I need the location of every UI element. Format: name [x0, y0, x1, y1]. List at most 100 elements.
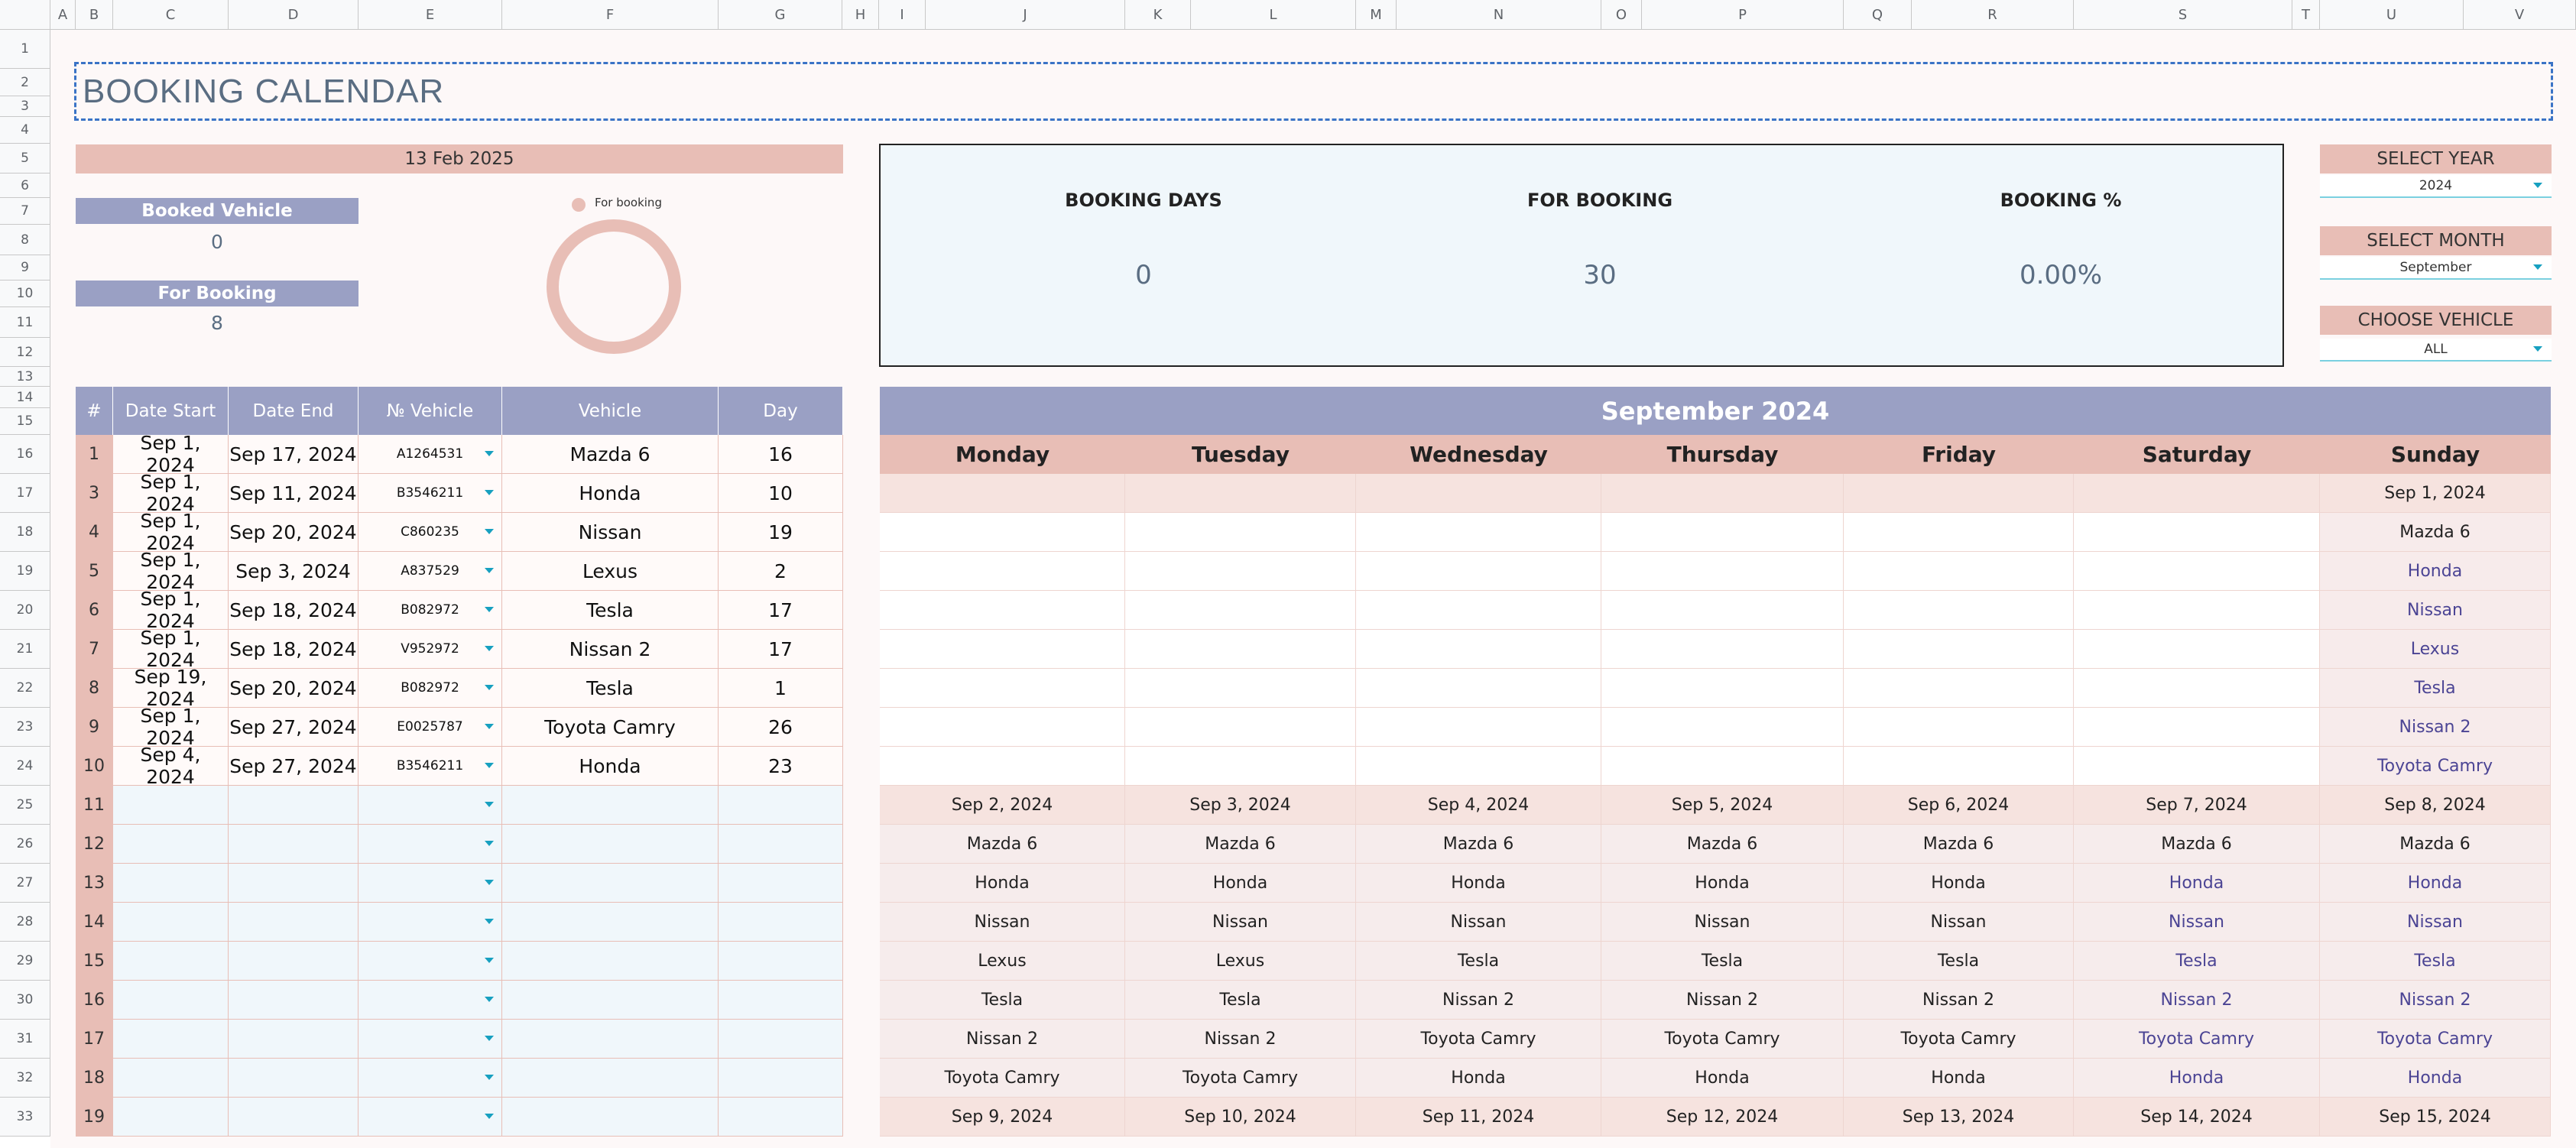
row-header[interactable]: 8 — [0, 225, 50, 255]
vehicle-id-dropdown[interactable]: B082972 — [358, 591, 502, 630]
row-header[interactable]: 25 — [0, 786, 50, 825]
row-header[interactable]: 30 — [0, 981, 50, 1020]
calendar-cell[interactable]: Nissan 2 — [2320, 981, 2551, 1020]
vehicle-cell[interactable]: Honda — [502, 474, 719, 513]
vehicle-cell[interactable] — [502, 864, 719, 903]
dropdown-arrow-icon[interactable] — [485, 997, 494, 1002]
days-cell[interactable]: 2 — [719, 552, 843, 591]
dropdown-arrow-icon[interactable] — [2533, 183, 2542, 188]
row-header[interactable]: 21 — [0, 630, 50, 669]
calendar-cell[interactable]: Sep 8, 2024 — [2320, 786, 2551, 825]
calendar-cell[interactable]: Tesla — [1356, 942, 1601, 981]
dropdown-arrow-icon[interactable] — [485, 529, 494, 534]
dropdown-arrow-icon[interactable] — [485, 490, 494, 495]
calendar-cell[interactable]: Nissan — [880, 903, 1125, 942]
row-header[interactable]: 27 — [0, 864, 50, 903]
title-cell[interactable]: BOOKING CALENDAR — [74, 62, 2553, 121]
date-start-cell[interactable]: Sep 4, 2024 — [113, 744, 229, 788]
vehicle-id-dropdown[interactable] — [358, 981, 502, 1020]
days-cell[interactable] — [719, 1059, 843, 1098]
row-header[interactable]: 12 — [0, 338, 50, 367]
calendar-cell[interactable] — [1844, 669, 2074, 708]
vehicle-id-dropdown[interactable]: A1264531 — [358, 435, 502, 474]
calendar-cell[interactable]: Tesla — [1125, 981, 1356, 1020]
calendar-cell[interactable] — [880, 669, 1125, 708]
row-header[interactable]: 32 — [0, 1059, 50, 1098]
row-header[interactable]: 26 — [0, 825, 50, 864]
date-start-cell[interactable] — [113, 786, 229, 825]
days-cell[interactable]: 26 — [719, 708, 843, 747]
calendar-cell[interactable]: Honda — [880, 864, 1125, 903]
row-header[interactable]: 19 — [0, 552, 50, 591]
dropdown-arrow-icon[interactable] — [2533, 264, 2542, 270]
vehicle-cell[interactable] — [502, 825, 719, 864]
vehicle-cell[interactable] — [502, 1098, 719, 1137]
calendar-cell[interactable]: Sep 11, 2024 — [1356, 1098, 1601, 1137]
days-cell[interactable]: 17 — [719, 591, 843, 630]
row-header[interactable]: 18 — [0, 513, 50, 552]
calendar-cell[interactable]: Tesla — [1601, 942, 1844, 981]
column-header[interactable]: L — [1191, 0, 1356, 30]
vehicle-cell[interactable]: Tesla — [502, 591, 719, 630]
vehicle-id-dropdown[interactable]: B3546211 — [358, 474, 502, 513]
days-cell[interactable] — [719, 786, 843, 825]
calendar-cell[interactable] — [1601, 474, 1844, 513]
column-header[interactable]: F — [502, 0, 719, 30]
calendar-cell[interactable] — [880, 513, 1125, 552]
date-start-cell[interactable] — [113, 942, 229, 981]
calendar-cell[interactable] — [880, 747, 1125, 786]
calendar-cell[interactable] — [1125, 669, 1356, 708]
calendar-cell[interactable]: Lexus — [880, 942, 1125, 981]
date-start-cell[interactable]: Sep 1, 2024 — [113, 705, 229, 749]
date-start-cell[interactable] — [113, 1098, 229, 1137]
days-cell[interactable] — [719, 942, 843, 981]
days-cell[interactable] — [719, 1098, 843, 1137]
calendar-cell[interactable]: Sep 1, 2024 — [2320, 474, 2551, 513]
calendar-cell[interactable]: Toyota Camry — [1844, 1020, 2074, 1059]
vehicle-id-dropdown[interactable] — [358, 864, 502, 903]
calendar-cell[interactable]: Mazda 6 — [1601, 825, 1844, 864]
date-start-cell[interactable] — [113, 981, 229, 1020]
date-end-cell[interactable]: Sep 17, 2024 — [229, 435, 358, 474]
calendar-cell[interactable] — [1125, 747, 1356, 786]
month-dropdown[interactable]: September — [2320, 257, 2552, 280]
vehicle-cell[interactable] — [502, 1059, 719, 1098]
row-header[interactable]: 31 — [0, 1020, 50, 1059]
vehicle-cell[interactable]: Tesla — [502, 669, 719, 708]
column-header[interactable]: Q — [1844, 0, 1912, 30]
date-end-cell[interactable] — [229, 942, 358, 981]
calendar-cell[interactable]: Honda — [2074, 864, 2320, 903]
vehicle-cell[interactable] — [502, 786, 719, 825]
column-header[interactable]: P — [1642, 0, 1844, 30]
column-header[interactable]: U — [2320, 0, 2464, 30]
vehicle-cell[interactable] — [502, 942, 719, 981]
dropdown-arrow-icon[interactable] — [485, 919, 494, 924]
calendar-cell[interactable]: Sep 10, 2024 — [1125, 1098, 1356, 1137]
row-header[interactable]: 1 — [0, 30, 50, 69]
days-cell[interactable]: 10 — [719, 474, 843, 513]
vehicle-id-dropdown[interactable] — [358, 1020, 502, 1059]
column-header[interactable]: A — [50, 0, 76, 30]
days-cell[interactable]: 17 — [719, 630, 843, 669]
row-header[interactable]: 13 — [0, 367, 50, 387]
calendar-cell[interactable]: Sep 9, 2024 — [880, 1098, 1125, 1137]
date-end-cell[interactable]: Sep 11, 2024 — [229, 474, 358, 513]
calendar-cell[interactable]: Nissan 2 — [1601, 981, 1844, 1020]
calendar-cell[interactable] — [2074, 669, 2320, 708]
calendar-cell[interactable]: Honda — [1356, 1059, 1601, 1098]
calendar-cell[interactable] — [1844, 591, 2074, 630]
date-start-cell[interactable]: Sep 1, 2024 — [113, 432, 229, 476]
column-header[interactable]: C — [113, 0, 229, 30]
row-header[interactable]: 24 — [0, 747, 50, 786]
calendar-cell[interactable] — [1356, 552, 1601, 591]
row-header[interactable]: 17 — [0, 474, 50, 513]
vehicle-cell[interactable] — [502, 903, 719, 942]
dropdown-arrow-icon[interactable] — [485, 451, 494, 456]
calendar-cell[interactable] — [1356, 669, 1601, 708]
column-header[interactable]: V — [2464, 0, 2576, 30]
calendar-cell[interactable]: Nissan 2 — [880, 1020, 1125, 1059]
row-header[interactable]: 28 — [0, 903, 50, 942]
date-end-cell[interactable] — [229, 1059, 358, 1098]
row-header[interactable]: 23 — [0, 708, 50, 747]
row-header[interactable]: 33 — [0, 1098, 50, 1137]
